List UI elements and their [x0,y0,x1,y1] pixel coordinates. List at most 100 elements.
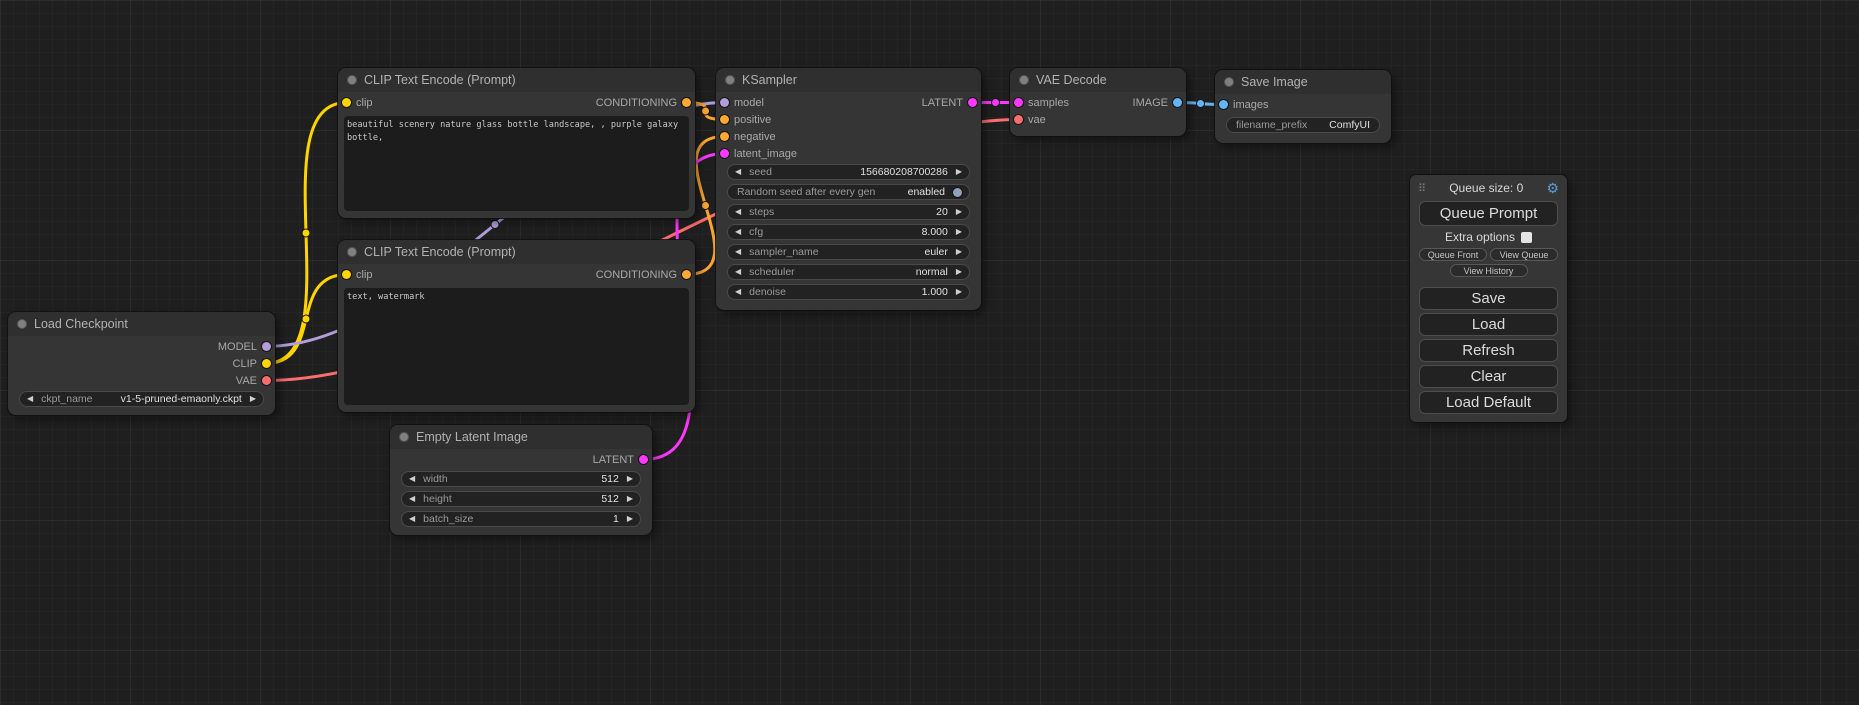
decrement-arrow-icon[interactable]: ◀ [409,495,415,503]
node-vae-decode[interactable]: VAE Decode samples IMAGE vae [1010,68,1186,136]
collapse-dot-icon[interactable] [1224,77,1234,87]
drag-handle-icon[interactable]: ⠿ [1418,182,1426,195]
decrement-arrow-icon[interactable]: ◀ [735,288,741,296]
node-title-bar[interactable]: Empty Latent Image [390,425,652,449]
decrement-arrow-icon[interactable]: ◀ [409,515,415,523]
node-title-bar[interactable]: Save Image [1215,70,1391,94]
node-title: CLIP Text Encode (Prompt) [364,73,516,87]
gear-icon[interactable]: ⚙ [1546,180,1559,197]
view-queue-button[interactable]: View Queue [1490,248,1558,261]
increment-arrow-icon[interactable]: ▶ [956,248,962,256]
cfg-widget[interactable]: ◀ cfg 8.000 ▶ [727,224,970,240]
decrement-arrow-icon[interactable]: ◀ [735,208,741,216]
slot-row: model LATENT [716,94,981,111]
node-load-checkpoint[interactable]: Load Checkpoint MODEL CLIP VAE ◀ ckpt_na… [8,312,275,415]
seed-widget[interactable]: ◀ seed 156680208700286 ▶ [727,164,970,180]
denoise-widget[interactable]: ◀ denoise 1.000 ▶ [727,284,970,300]
increment-arrow-icon[interactable]: ▶ [627,475,633,483]
port-latent-image-input[interactable] [720,149,729,158]
increment-arrow-icon[interactable]: ▶ [956,268,962,276]
output-label-latent: LATENT [593,454,634,466]
port-positive-input[interactable] [720,115,729,124]
input-row: positive [716,111,981,128]
increment-arrow-icon[interactable]: ▶ [627,515,633,523]
node-save-image[interactable]: Save Image images filename_prefix ComfyU… [1215,70,1391,143]
graph-canvas[interactable]: Load Checkpoint MODEL CLIP VAE ◀ ckpt_na… [0,0,1859,705]
decrement-arrow-icon[interactable]: ◀ [735,168,741,176]
node-ksampler[interactable]: KSampler model LATENT positive negative … [716,68,981,310]
widget-label: sampler_name [749,246,818,258]
sampler-name-widget[interactable]: ◀ sampler_name euler ▶ [727,244,970,260]
widget-label: Random seed after every gen [737,186,875,198]
collapse-dot-icon[interactable] [725,75,735,85]
port-vae-output[interactable] [262,376,271,385]
output-row: CLIP [8,355,275,372]
toggle-on-indicator[interactable] [953,188,962,197]
collapse-dot-icon[interactable] [347,75,357,85]
widget-value: 1.000 [922,286,948,298]
save-button[interactable]: Save [1419,287,1558,310]
width-widget[interactable]: ◀ width 512 ▶ [401,471,641,487]
widget-value: 156680208700286 [860,166,948,178]
port-clip-output[interactable] [262,359,271,368]
node-title-bar[interactable]: Load Checkpoint [8,312,275,336]
height-widget[interactable]: ◀ height 512 ▶ [401,491,641,507]
input-label-latent-image: latent_image [734,148,797,160]
port-image-output[interactable] [1173,98,1182,107]
decrement-arrow-icon[interactable]: ◀ [409,475,415,483]
decrement-arrow-icon[interactable]: ◀ [735,248,741,256]
collapse-dot-icon[interactable] [347,247,357,257]
slot-row: clip CONDITIONING [338,94,695,111]
queue-front-button[interactable]: Queue Front [1419,248,1487,261]
node-title-bar[interactable]: VAE Decode [1010,68,1186,92]
decrement-arrow-icon[interactable]: ◀ [27,395,33,403]
port-samples-input[interactable] [1014,98,1023,107]
increment-arrow-icon[interactable]: ▶ [627,495,633,503]
ckpt-name-widget[interactable]: ◀ ckpt_name v1-5-pruned-emaonly.ckpt ▶ [19,391,264,407]
node-empty-latent-image[interactable]: Empty Latent Image LATENT ◀ width 512 ▶ … [390,425,652,535]
port-negative-input[interactable] [720,132,729,141]
output-label-conditioning: CONDITIONING [596,97,677,109]
increment-arrow-icon[interactable]: ▶ [956,288,962,296]
port-clip-input[interactable] [342,270,351,279]
increment-arrow-icon[interactable]: ▶ [956,228,962,236]
collapse-dot-icon[interactable] [399,432,409,442]
node-title-bar[interactable]: CLIP Text Encode (Prompt) [338,240,695,264]
queue-prompt-button[interactable]: Queue Prompt [1419,201,1558,226]
increment-arrow-icon[interactable]: ▶ [956,168,962,176]
port-vae-input[interactable] [1014,115,1023,124]
port-conditioning-output[interactable] [682,270,691,279]
load-default-button[interactable]: Load Default [1419,391,1558,414]
collapse-dot-icon[interactable] [1019,75,1029,85]
filename-prefix-widget[interactable]: filename_prefix ComfyUI [1226,117,1380,133]
clear-button[interactable]: Clear [1419,365,1558,388]
node-title-bar[interactable]: CLIP Text Encode (Prompt) [338,68,695,92]
port-images-input[interactable] [1219,100,1228,109]
increment-arrow-icon[interactable]: ▶ [250,395,256,403]
batch-size-widget[interactable]: ◀ batch_size 1 ▶ [401,511,641,527]
port-model-input[interactable] [720,98,729,107]
steps-widget[interactable]: ◀ steps 20 ▶ [727,204,970,220]
node-clip-text-encode-positive[interactable]: CLIP Text Encode (Prompt) clip CONDITION… [338,68,695,218]
random-seed-toggle-widget[interactable]: Random seed after every gen enabled [727,184,970,200]
node-clip-text-encode-negative[interactable]: CLIP Text Encode (Prompt) clip CONDITION… [338,240,695,412]
port-conditioning-output[interactable] [682,98,691,107]
port-model-output[interactable] [262,342,271,351]
port-clip-input[interactable] [342,98,351,107]
prompt-textarea[interactable]: text, watermark [344,288,689,405]
view-history-button[interactable]: View History [1450,264,1528,277]
refresh-button[interactable]: Refresh [1419,339,1558,362]
extra-options-checkbox[interactable] [1521,232,1532,243]
prompt-textarea[interactable]: beautiful scenery nature glass bottle la… [344,116,689,211]
extra-options-row: Extra options [1410,230,1567,244]
decrement-arrow-icon[interactable]: ◀ [735,268,741,276]
increment-arrow-icon[interactable]: ▶ [956,208,962,216]
input-label-images: images [1233,99,1268,111]
port-latent-output[interactable] [639,455,648,464]
collapse-dot-icon[interactable] [17,319,27,329]
node-title-bar[interactable]: KSampler [716,68,981,92]
load-button[interactable]: Load [1419,313,1558,336]
scheduler-widget[interactable]: ◀ scheduler normal ▶ [727,264,970,280]
port-latent-output[interactable] [968,98,977,107]
decrement-arrow-icon[interactable]: ◀ [735,228,741,236]
